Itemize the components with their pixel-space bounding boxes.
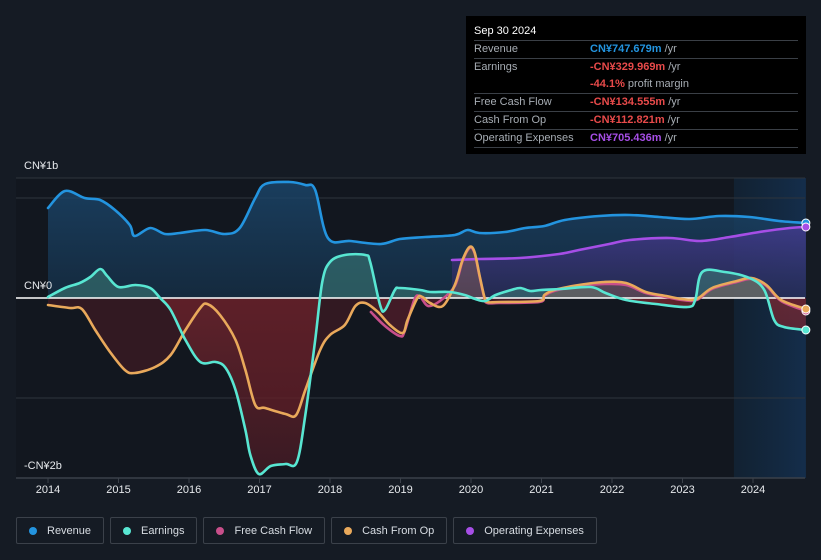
legend-item-cash-from-op[interactable]: Cash From Op	[331, 517, 448, 544]
legend-label: Cash From Op	[362, 524, 435, 537]
x-tick-label: 2023	[670, 484, 695, 496]
tooltip-label: Operating Expenses	[474, 132, 574, 144]
x-tick-label: 2024	[740, 484, 766, 496]
x-tick-label: 2017	[247, 484, 272, 496]
tooltip-value: CN¥747.679m	[590, 43, 662, 55]
cash-from-op-end-point	[801, 304, 811, 314]
y-label-bottom: -CN¥2b	[24, 460, 62, 472]
tooltip-value: -CN¥329.969m	[590, 61, 666, 73]
operating-expenses-dot-icon	[466, 526, 475, 535]
tooltip-suffix: /yr	[664, 132, 677, 144]
tooltip-value: -44.1%	[590, 78, 625, 90]
x-tick-label: 2022	[599, 484, 625, 496]
x-tick-label: 2020	[458, 484, 484, 496]
tooltip-value: -CN¥112.821m	[590, 114, 665, 126]
tooltip-row-opex: Operating Expenses CN¥705.436m /yr	[474, 130, 798, 148]
tooltip-row-revenue: Revenue CN¥747.679m /yr	[474, 41, 798, 59]
tooltip-label: Revenue	[474, 43, 519, 55]
tooltip-date: Sep 30 2024	[474, 22, 798, 41]
tooltip-suffix: /yr	[667, 114, 680, 126]
tooltip-suffix: /yr	[668, 96, 681, 108]
legend-item-revenue[interactable]: Revenue	[16, 517, 105, 544]
legend-label: Free Cash Flow	[234, 524, 313, 537]
legend-label: Operating Expenses	[484, 524, 584, 537]
tooltip-row-fcf: Free Cash Flow -CN¥134.555m /yr	[474, 94, 798, 112]
legend-label: Revenue	[47, 524, 92, 537]
tooltip-suffix: /yr	[668, 61, 681, 73]
tooltip: Sep 30 2024 Revenue CN¥747.679m /yr Earn…	[466, 16, 806, 154]
earnings-end-point	[801, 325, 811, 335]
operating-expenses-end-point	[801, 222, 811, 232]
y-label-zero: CN¥0	[24, 280, 53, 292]
tooltip-value: CN¥705.436m	[590, 132, 662, 144]
tooltip-row-profit-margin: -44.1% profit margin	[474, 76, 798, 94]
legend: Revenue Earnings Free Cash Flow Cash Fro…	[16, 517, 597, 544]
tooltip-label	[474, 76, 590, 93]
earnings-dot-icon	[123, 526, 132, 535]
tooltip-suffix: profit margin	[627, 78, 689, 90]
tooltip-label: Free Cash Flow	[474, 96, 552, 108]
legend-label: Earnings	[141, 524, 185, 537]
tooltip-label: Cash From Op	[474, 114, 547, 126]
x-tick-label: 2016	[176, 484, 202, 496]
legend-item-free-cash-flow[interactable]: Free Cash Flow	[203, 517, 326, 544]
x-tick-label: 2015	[106, 484, 131, 496]
x-tick-label: 2021	[529, 484, 554, 496]
tooltip-suffix: /yr	[664, 43, 677, 55]
x-tick-label: 2018	[317, 484, 343, 496]
free-cash-flow-dot-icon	[216, 526, 225, 535]
x-tick-label: 2014	[35, 484, 61, 496]
cash-from-op-dot-icon	[344, 526, 353, 535]
tooltip-row-cfo: Cash From Op -CN¥112.821m /yr	[474, 112, 798, 130]
tooltip-value: -CN¥134.555m	[590, 96, 666, 108]
revenue-dot-icon	[29, 526, 37, 535]
x-tick-label: 2019	[388, 484, 413, 496]
y-label-top: CN¥1b	[24, 160, 59, 172]
tooltip-label: Earnings	[474, 61, 518, 73]
tooltip-row-earnings: Earnings -CN¥329.969m /yr	[474, 59, 798, 76]
legend-item-operating-expenses[interactable]: Operating Expenses	[453, 517, 597, 544]
legend-item-earnings[interactable]: Earnings	[110, 517, 198, 544]
